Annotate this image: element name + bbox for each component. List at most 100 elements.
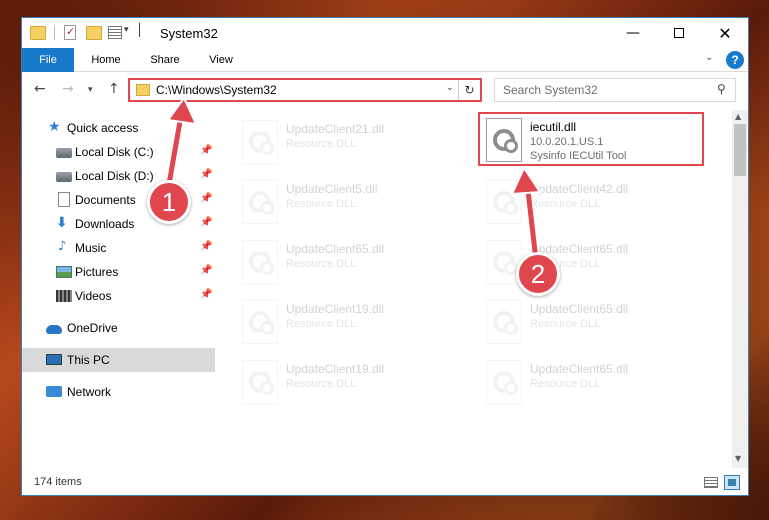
title-bar: ▾ │ System32 — ✕ xyxy=(22,18,748,48)
step-badge-2: 2 xyxy=(516,252,560,296)
disk-icon xyxy=(56,172,72,182)
sidebar-item-network[interactable]: Network xyxy=(22,380,215,404)
sidebar-item-label: Quick access xyxy=(67,121,139,135)
file-name: UpdateClient42.dll xyxy=(530,182,629,196)
tiles-view-icon[interactable] xyxy=(724,475,740,490)
file-type: Resource DLL xyxy=(286,138,357,150)
refresh-icon[interactable]: ↻ xyxy=(458,80,480,100)
forward-arrow-icon[interactable]: → xyxy=(62,81,74,97)
step-badge-1: 1 xyxy=(147,180,191,224)
folder-icon xyxy=(136,84,150,96)
chevron-down-icon[interactable]: ⌄ xyxy=(705,52,713,63)
file-version: 10.0.20.1.US.1 xyxy=(530,136,604,148)
search-input[interactable]: Search System32 ⚲ xyxy=(494,78,736,102)
file-tile[interactable]: UpdateClient65.dll Resource DLL xyxy=(480,236,706,290)
cloud-icon xyxy=(46,325,62,334)
pictures-icon xyxy=(56,266,72,278)
file-name: UpdateClient65.dll xyxy=(530,302,629,316)
file-tile[interactable]: UpdateClient65.dll Resource DLL xyxy=(480,356,706,410)
tab-view[interactable]: View xyxy=(198,48,244,72)
documents-icon xyxy=(58,192,70,207)
file-name: UpdateClient65.dll xyxy=(530,362,629,376)
scroll-up-icon[interactable]: ▲ xyxy=(735,112,741,121)
pin-icon[interactable]: 📌 xyxy=(200,193,212,204)
dll-file-icon xyxy=(486,360,522,404)
pin-icon[interactable]: 📌 xyxy=(200,289,212,300)
file-type: Resource DLL xyxy=(286,258,357,270)
maximize-button[interactable] xyxy=(656,18,702,48)
sidebar-item-local-disk-d[interactable]: Local Disk (D:) 📌 xyxy=(22,164,215,188)
file-name: UpdateClient21.dll xyxy=(286,122,385,136)
scroll-down-icon[interactable]: ▼ xyxy=(735,454,741,463)
sidebar-item-label: Documents xyxy=(75,193,136,207)
file-tile[interactable]: UpdateClient5.dll Resource DLL xyxy=(236,176,462,230)
file-list: UpdateClient21.dll Resource DLL iecutil.… xyxy=(216,110,732,468)
back-arrow-icon[interactable]: ← xyxy=(34,81,46,97)
address-bar[interactable]: C:\Windows\System32 ⌄ ↻ xyxy=(128,78,482,102)
file-tile[interactable]: UpdateClient21.dll Resource DLL xyxy=(236,116,462,170)
sidebar-item-local-disk-c[interactable]: Local Disk (C:) 📌 xyxy=(22,140,215,164)
sidebar-item-music[interactable]: ♪ Music 📌 xyxy=(22,236,215,260)
scrollbar-thumb[interactable] xyxy=(734,124,746,176)
new-folder-icon[interactable] xyxy=(86,26,102,40)
tab-home[interactable]: Home xyxy=(80,48,132,72)
dll-file-icon xyxy=(242,300,278,344)
file-tile[interactable]: UpdateClient19.dll Resource DLL xyxy=(236,356,462,410)
computer-icon xyxy=(46,354,62,365)
file-tile[interactable]: UpdateClient19.dll Resource DLL xyxy=(236,296,462,350)
search-icon[interactable]: ⚲ xyxy=(717,82,726,96)
pin-icon[interactable]: 📌 xyxy=(200,169,212,180)
dll-file-icon xyxy=(486,300,522,344)
chevron-down-icon[interactable]: ▾ xyxy=(124,25,129,35)
pin-icon[interactable]: 📌 xyxy=(200,265,212,276)
sidebar-item-this-pc[interactable]: This PC xyxy=(22,348,215,372)
file-tile[interactable]: UpdateClient65.dll Resource DLL xyxy=(236,236,462,290)
customize-quick-access-icon[interactable]: │ xyxy=(136,23,143,37)
dll-file-icon xyxy=(242,180,278,224)
pin-icon[interactable]: 📌 xyxy=(200,241,212,252)
file-name: UpdateClient5.dll xyxy=(286,182,378,196)
dll-file-icon xyxy=(242,240,278,284)
help-button[interactable]: ? xyxy=(726,51,744,69)
sidebar-item-label: Downloads xyxy=(75,217,135,231)
minimize-button[interactable]: — xyxy=(610,18,656,48)
pin-icon[interactable]: 📌 xyxy=(200,217,212,228)
dll-file-icon xyxy=(486,180,522,224)
sidebar-item-onedrive[interactable]: OneDrive xyxy=(22,316,215,340)
view-icon[interactable] xyxy=(108,26,122,39)
address-path[interactable]: C:\Windows\System32 xyxy=(156,83,277,97)
file-tile[interactable]: UpdateClient65.dll Resource DLL xyxy=(480,296,706,350)
download-icon: ⬇ xyxy=(56,215,68,231)
folder-icon xyxy=(30,26,46,40)
recent-locations-icon[interactable]: ▾ xyxy=(88,85,93,95)
file-name: UpdateClient19.dll xyxy=(286,362,385,376)
file-name: UpdateClient65.dll xyxy=(286,242,385,256)
sidebar-item-label: Local Disk (D:) xyxy=(75,169,154,183)
item-count: 174 items xyxy=(34,476,82,488)
file-tile[interactable]: UpdateClient42.dll Resource DLL xyxy=(480,176,706,230)
pin-icon[interactable]: 📌 xyxy=(200,145,212,156)
file-tile-iecutil[interactable]: iecutil.dll 10.0.20.1.US.1 Sysinfo IECUt… xyxy=(478,112,704,166)
file-type: Resource DLL xyxy=(286,378,357,390)
sidebar-item-label: Pictures xyxy=(75,265,119,279)
close-button[interactable]: ✕ xyxy=(702,18,748,48)
vertical-scrollbar[interactable]: ▲ ▼ xyxy=(732,110,748,468)
tab-file[interactable]: File xyxy=(22,48,74,72)
sidebar-item-label: Videos xyxy=(75,289,112,303)
sidebar-item-videos[interactable]: Videos 📌 xyxy=(22,284,215,308)
sidebar-item-pictures[interactable]: Pictures 📌 xyxy=(22,260,215,284)
details-view-icon[interactable] xyxy=(704,477,718,488)
sidebar-item-label: Music xyxy=(75,241,107,255)
star-icon: ★ xyxy=(48,119,61,135)
ribbon-tabs: File Home Share View ⌄ ? xyxy=(22,48,748,72)
dll-file-icon xyxy=(242,360,278,404)
sidebar-item-label: This PC xyxy=(67,353,110,367)
properties-icon[interactable] xyxy=(64,25,76,40)
sidebar-item-quick-access[interactable]: ★ Quick access xyxy=(22,116,215,140)
file-description: Sysinfo IECUtil Tool xyxy=(530,150,627,162)
chevron-down-icon[interactable]: ⌄ xyxy=(446,83,454,93)
videos-icon xyxy=(56,290,72,302)
maximize-icon xyxy=(674,28,684,38)
up-arrow-icon[interactable]: ↑ xyxy=(108,81,120,97)
tab-share[interactable]: Share xyxy=(140,48,190,72)
